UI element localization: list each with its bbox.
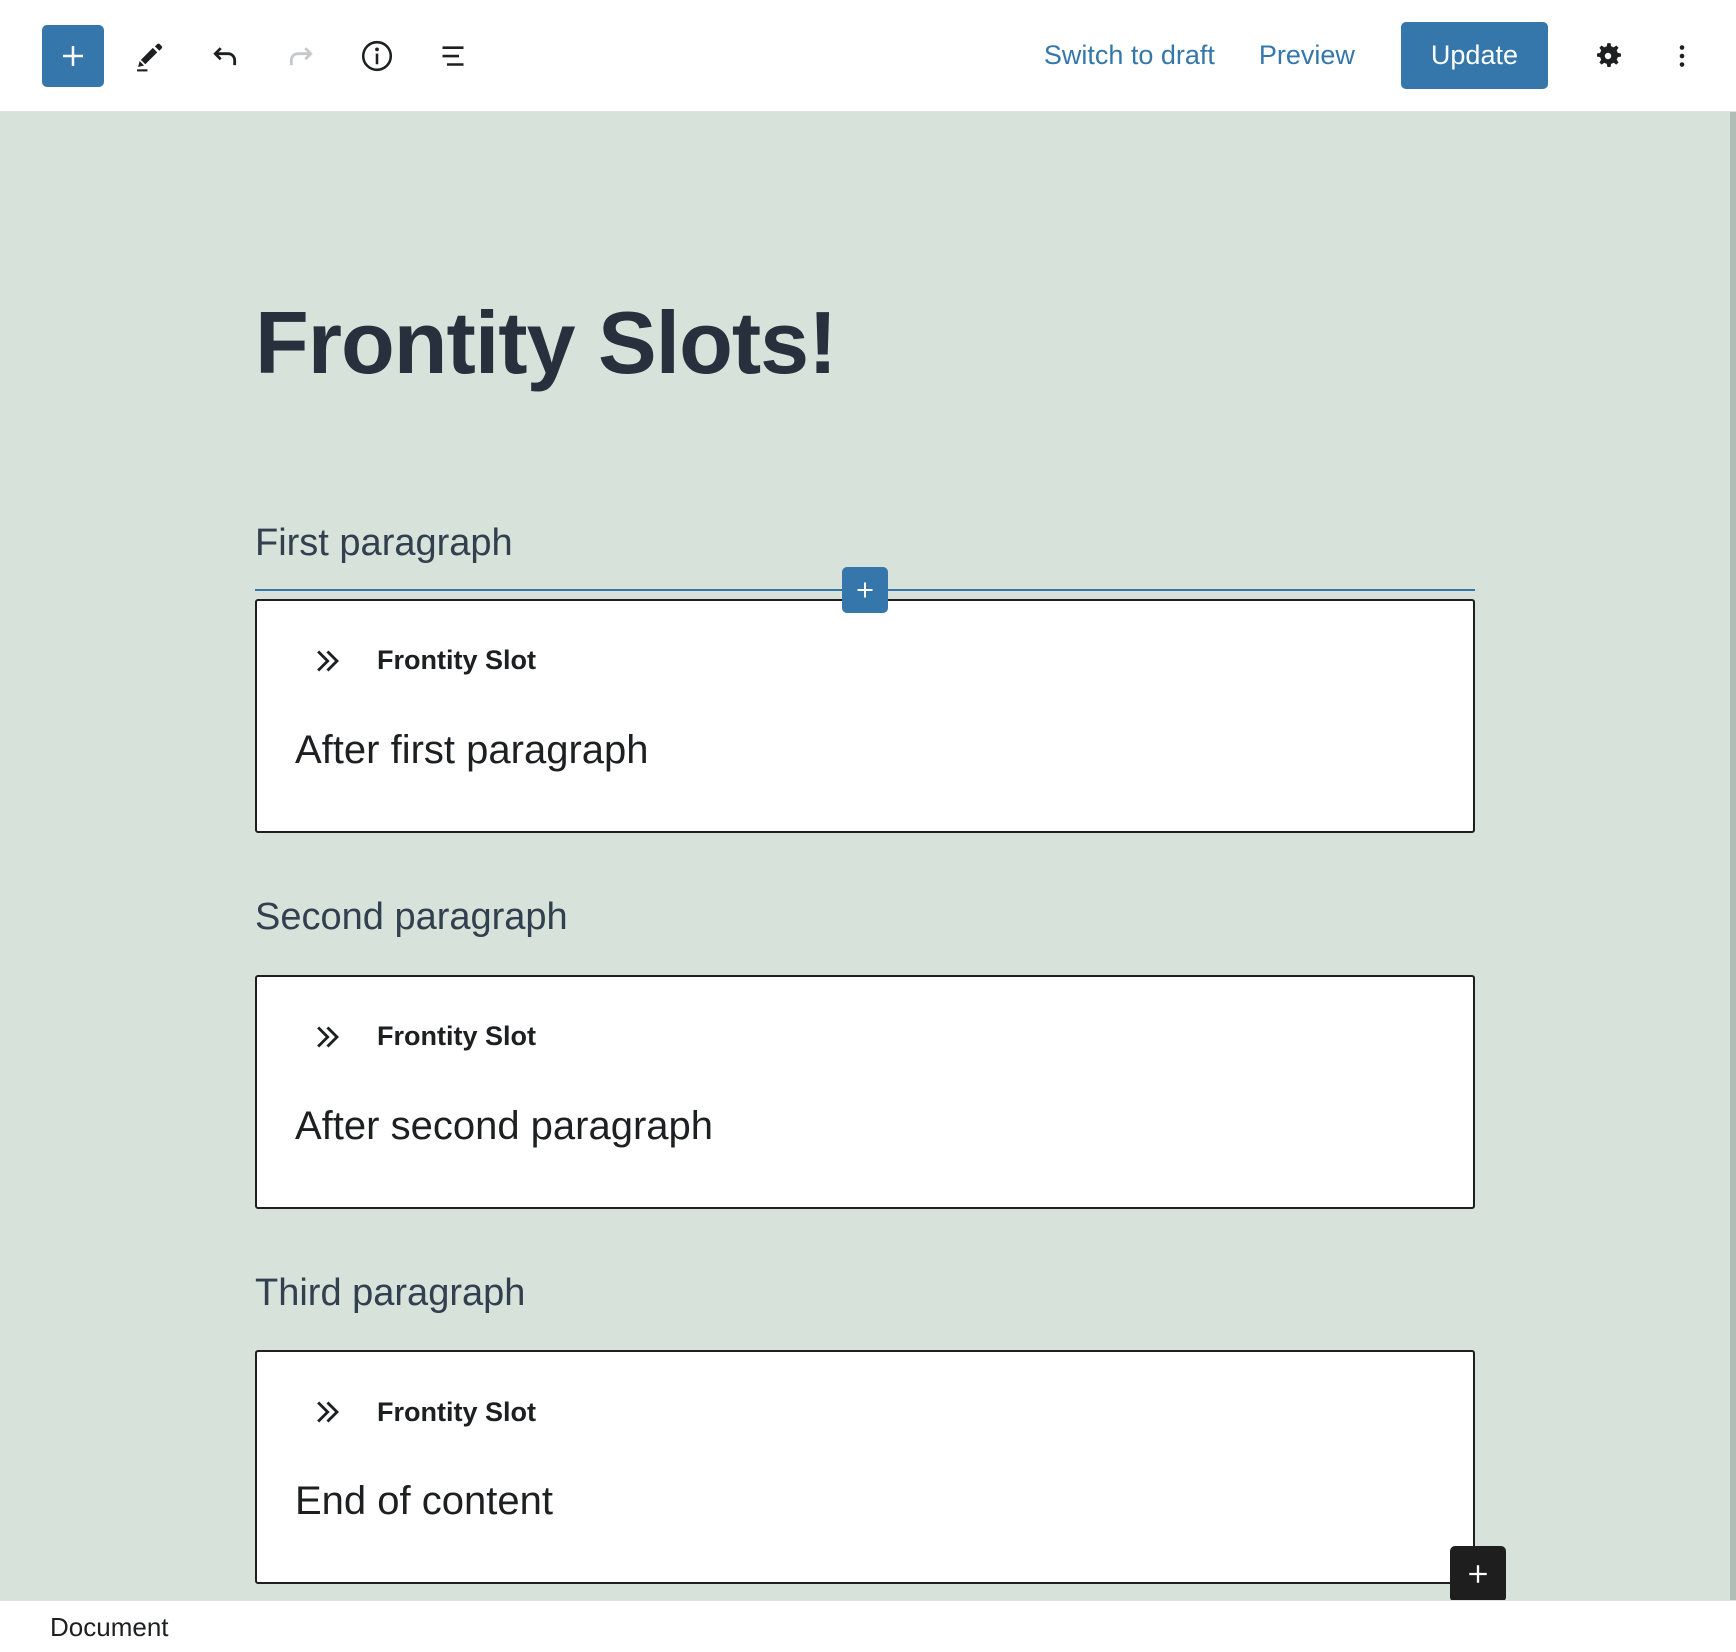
- frontity-slot-block[interactable]: Frontity Slot End of content: [255, 1350, 1475, 1585]
- list-view-button[interactable]: [422, 25, 484, 87]
- inserter-add-block-button[interactable]: [842, 566, 888, 613]
- block-inserter-line: [255, 566, 1475, 613]
- block-body-text: After first paragraph: [295, 727, 649, 772]
- block-title: Frontity Slot: [377, 645, 536, 676]
- double-chevron-right-icon: [309, 1396, 341, 1428]
- switch-to-draft-button[interactable]: Switch to draft: [1022, 26, 1237, 85]
- block-header: Frontity Slot: [257, 645, 1473, 677]
- block-body-text: End of content: [295, 1479, 553, 1524]
- update-button[interactable]: Update: [1400, 22, 1548, 89]
- add-block-button[interactable]: [42, 24, 104, 87]
- double-chevron-right-icon: [309, 1021, 341, 1053]
- header-tools-group: [42, 24, 484, 87]
- editor-header: Switch to draft Preview Update: [0, 0, 1736, 112]
- page-title[interactable]: Frontity Slots!: [0, 112, 1736, 389]
- breadcrumb[interactable]: Document: [50, 1614, 169, 1640]
- frontity-slot-block[interactable]: Frontity Slot After second paragraph: [255, 974, 1475, 1209]
- block-body-text: After second paragraph: [295, 1103, 714, 1148]
- editor-footer: Document: [0, 1600, 1736, 1652]
- paragraph-block-second[interactable]: Second paragraph: [0, 833, 1736, 941]
- more-options-button[interactable]: [1650, 24, 1714, 88]
- redo-button[interactable]: [270, 25, 332, 87]
- gear-icon: [1590, 38, 1626, 74]
- block-editor-window: Switch to draft Preview Update Frontity …: [0, 0, 1736, 1652]
- plus-icon: [58, 41, 88, 71]
- plus-icon: [1464, 1560, 1492, 1588]
- preview-button[interactable]: Preview: [1237, 26, 1377, 85]
- undo-button[interactable]: [194, 25, 256, 87]
- frontity-slot-block[interactable]: Frontity Slot After first paragraph: [255, 598, 1475, 833]
- editor-canvas: Frontity Slots! First paragraph Frontity…: [0, 112, 1736, 1600]
- block-header: Frontity Slot: [257, 1396, 1473, 1428]
- tools-edit-button[interactable]: [118, 25, 180, 87]
- settings-button[interactable]: [1576, 24, 1640, 88]
- plus-icon: [853, 578, 877, 602]
- undo-icon: [207, 38, 243, 74]
- block-header: Frontity Slot: [257, 1021, 1473, 1053]
- vertical-scrollbar[interactable]: [1730, 112, 1736, 1600]
- block-title: Frontity Slot: [377, 1021, 536, 1052]
- header-actions-group: Switch to draft Preview Update: [1022, 22, 1714, 89]
- paragraph-block-third[interactable]: Third paragraph: [0, 1209, 1736, 1317]
- info-icon: [359, 38, 395, 74]
- details-info-button[interactable]: [346, 25, 408, 87]
- list-view-icon: [435, 38, 471, 74]
- block-title: Frontity Slot: [377, 1396, 536, 1427]
- kebab-menu-icon: [1667, 41, 1697, 71]
- redo-icon: [283, 38, 319, 74]
- double-chevron-right-icon: [309, 645, 341, 677]
- default-block-appender-button[interactable]: [1450, 1546, 1506, 1600]
- paragraph-block-first[interactable]: First paragraph: [0, 389, 1736, 567]
- edit-tools-icon: [132, 39, 166, 73]
- post-content: Frontity Slots! First paragraph Frontity…: [0, 112, 1736, 1600]
